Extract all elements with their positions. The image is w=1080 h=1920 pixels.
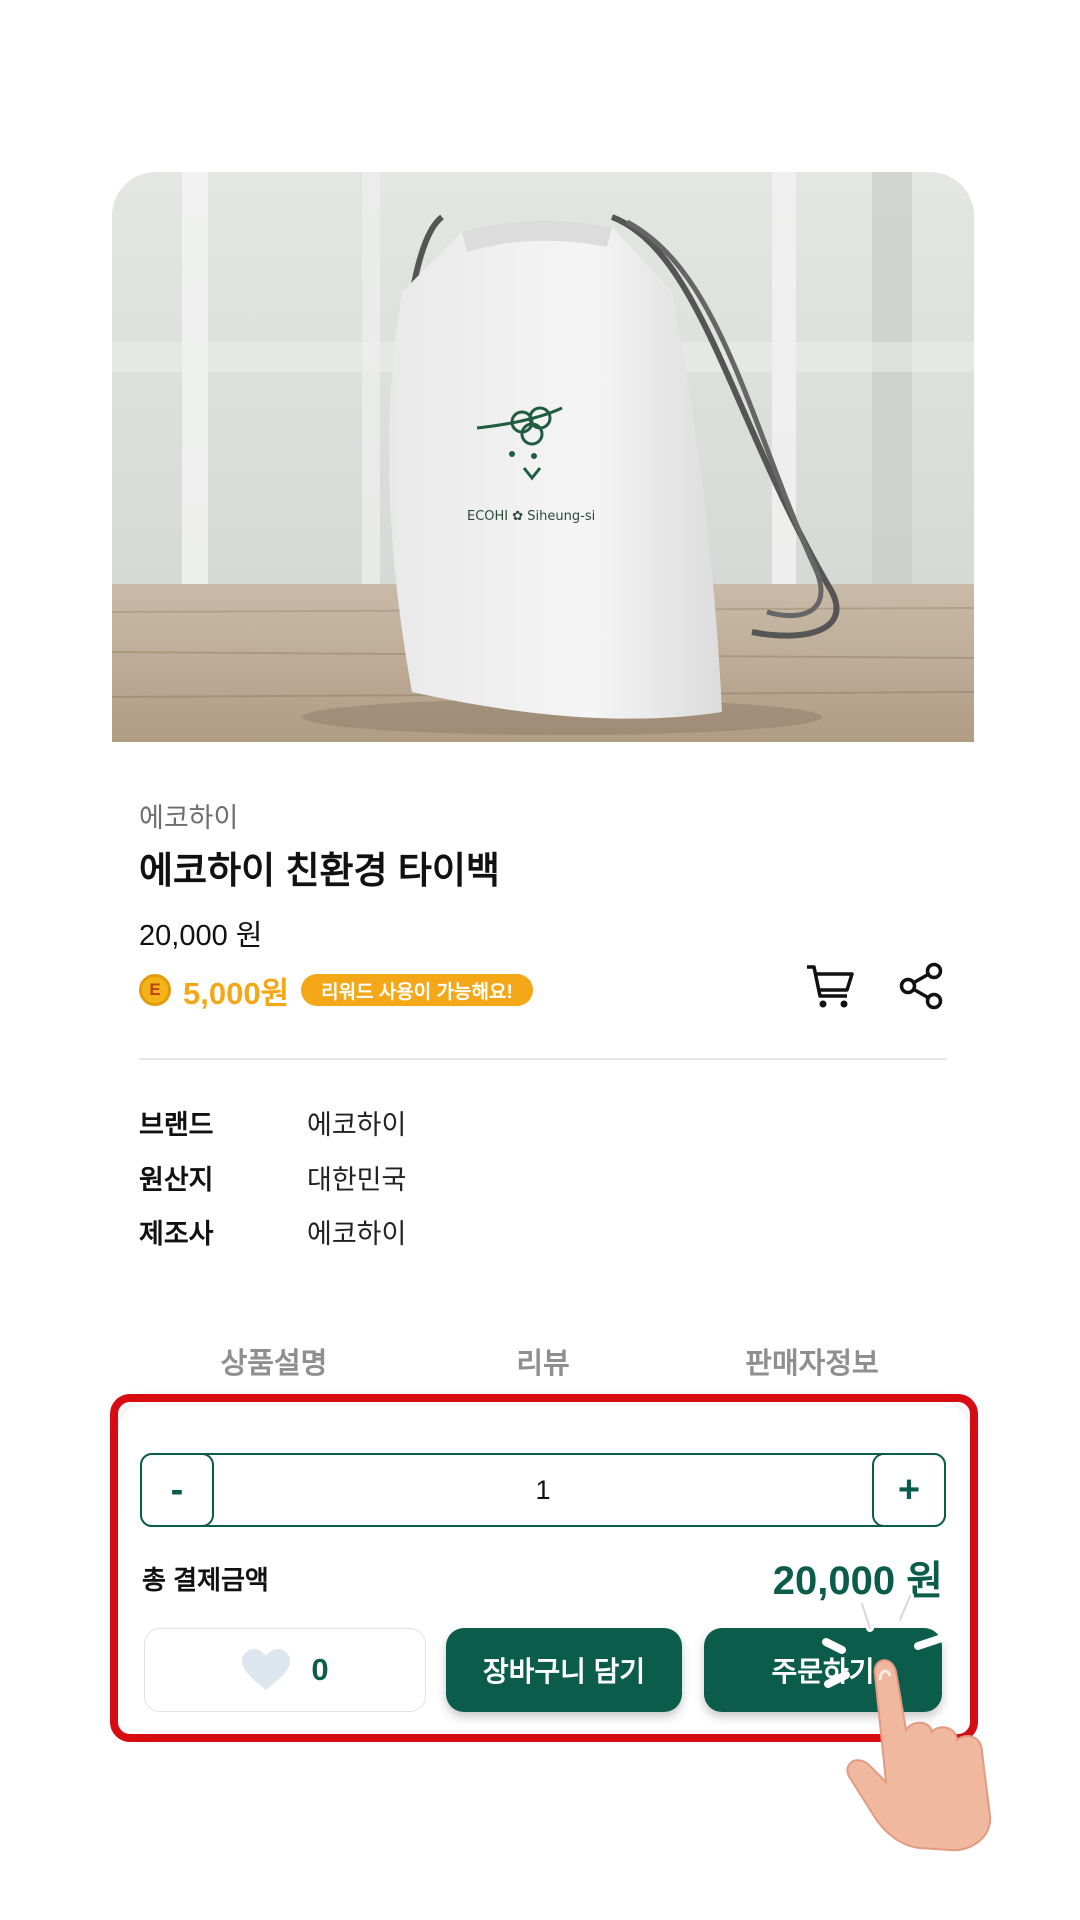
spec-key: 원산지	[139, 1165, 214, 1195]
divider	[139, 1058, 947, 1060]
total-label: 총 결제금액	[142, 1565, 269, 1595]
quantity-stepper: - 1 +	[140, 1453, 946, 1527]
spec-key: 제조사	[139, 1219, 214, 1249]
product-image: ECOHI ✿ Siheung-si	[112, 172, 974, 742]
reward-coin-icon: E	[139, 974, 171, 1006]
bag-print-text: ECOHI ✿ Siheung-si	[467, 509, 595, 524]
reward-info: E 5,000원 리워드 사용이 가능해요!	[139, 970, 533, 1011]
tab-description[interactable]: 상품설명	[144, 1340, 404, 1382]
product-title: 에코하이 친환경 타이백	[139, 850, 500, 891]
spec-row-brand: 브랜드 에코하이	[139, 1103, 406, 1142]
cart-button[interactable]	[802, 958, 858, 1014]
brand-name: 에코하이	[139, 803, 239, 833]
reward-badge: 리워드 사용이 가능해요!	[301, 974, 533, 1006]
tap-hand-icon	[822, 1592, 992, 1852]
decrease-quantity-button[interactable]: -	[140, 1453, 214, 1527]
spec-value: 에코하이	[307, 1110, 407, 1140]
add-to-cart-button[interactable]: 장바구니 담기	[446, 1628, 682, 1712]
product-price: 20,000 원	[139, 920, 263, 952]
spec-value: 대한민국	[307, 1165, 407, 1195]
reward-amount: 5,000원	[183, 975, 290, 1011]
spec-row-manufacturer: 제조사 에코하이	[139, 1212, 406, 1251]
share-icon	[899, 962, 943, 1010]
tab-seller-info[interactable]: 판매자정보	[682, 1340, 942, 1382]
spec-key: 브랜드	[139, 1110, 214, 1140]
spec-value: 에코하이	[307, 1219, 407, 1249]
tab-review[interactable]: 리뷰	[413, 1340, 673, 1382]
share-button[interactable]	[894, 958, 950, 1014]
cart-icon	[807, 965, 854, 1008]
like-count: 0	[311, 1652, 329, 1687]
spec-row-origin: 원산지 대한민국	[139, 1158, 406, 1197]
like-button[interactable]: 0	[144, 1628, 426, 1712]
heart-icon	[242, 1649, 291, 1690]
increase-quantity-button[interactable]: +	[872, 1453, 946, 1527]
quantity-value[interactable]: 1	[216, 1455, 870, 1525]
